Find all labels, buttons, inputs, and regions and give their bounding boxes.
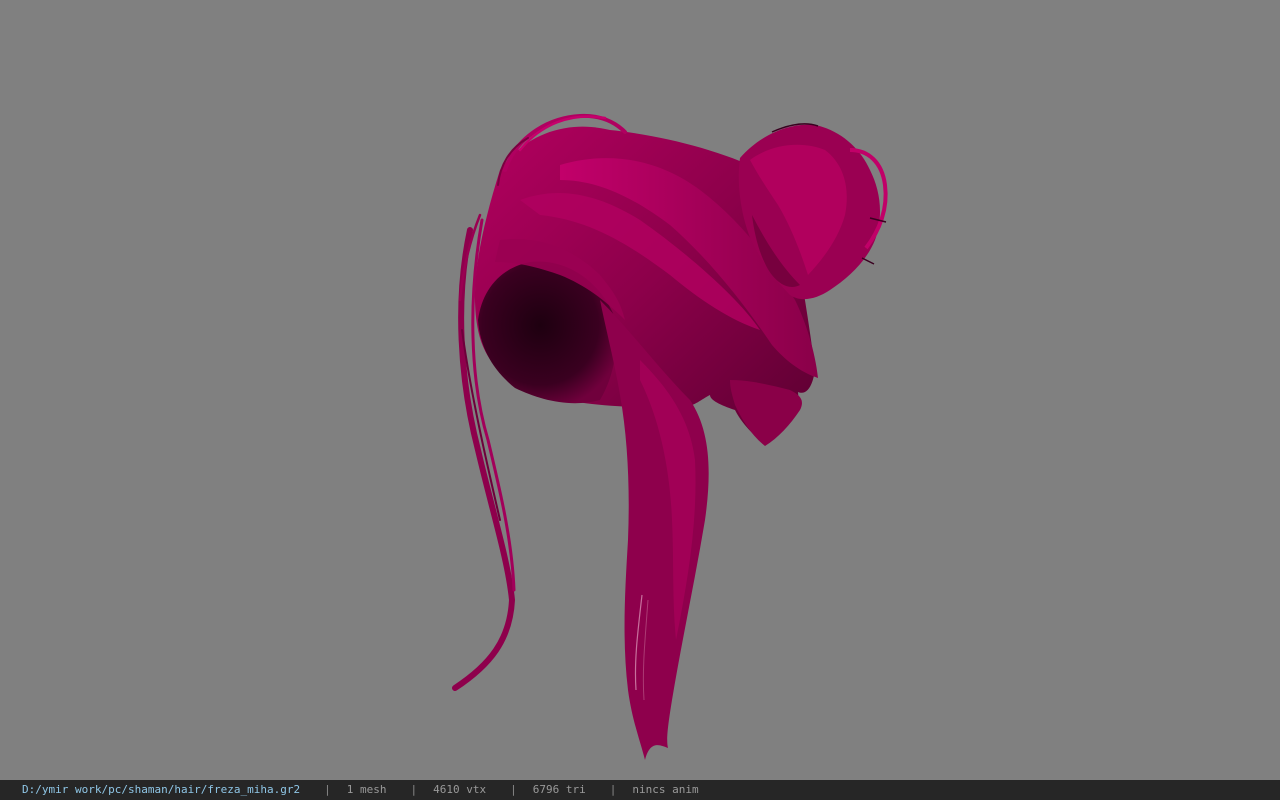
triangle-count: 6796 tri: [532, 783, 586, 796]
separator: |: [609, 783, 617, 796]
animation-status: nincs anim: [632, 783, 699, 796]
file-path: D:/ymir work/pc/shaman/hair/freza_miha.g…: [22, 783, 301, 796]
hair-model-render: [452, 113, 888, 760]
separator: |: [324, 783, 331, 796]
status-bar: D:/ymir work/pc/shaman/hair/freza_miha.g…: [0, 780, 1280, 800]
mesh-count: 1 mesh: [346, 783, 387, 796]
separator: |: [510, 783, 517, 796]
3d-viewport[interactable]: [0, 0, 1280, 780]
separator: |: [410, 783, 418, 796]
vertex-count: 4610 vtx: [433, 783, 487, 796]
